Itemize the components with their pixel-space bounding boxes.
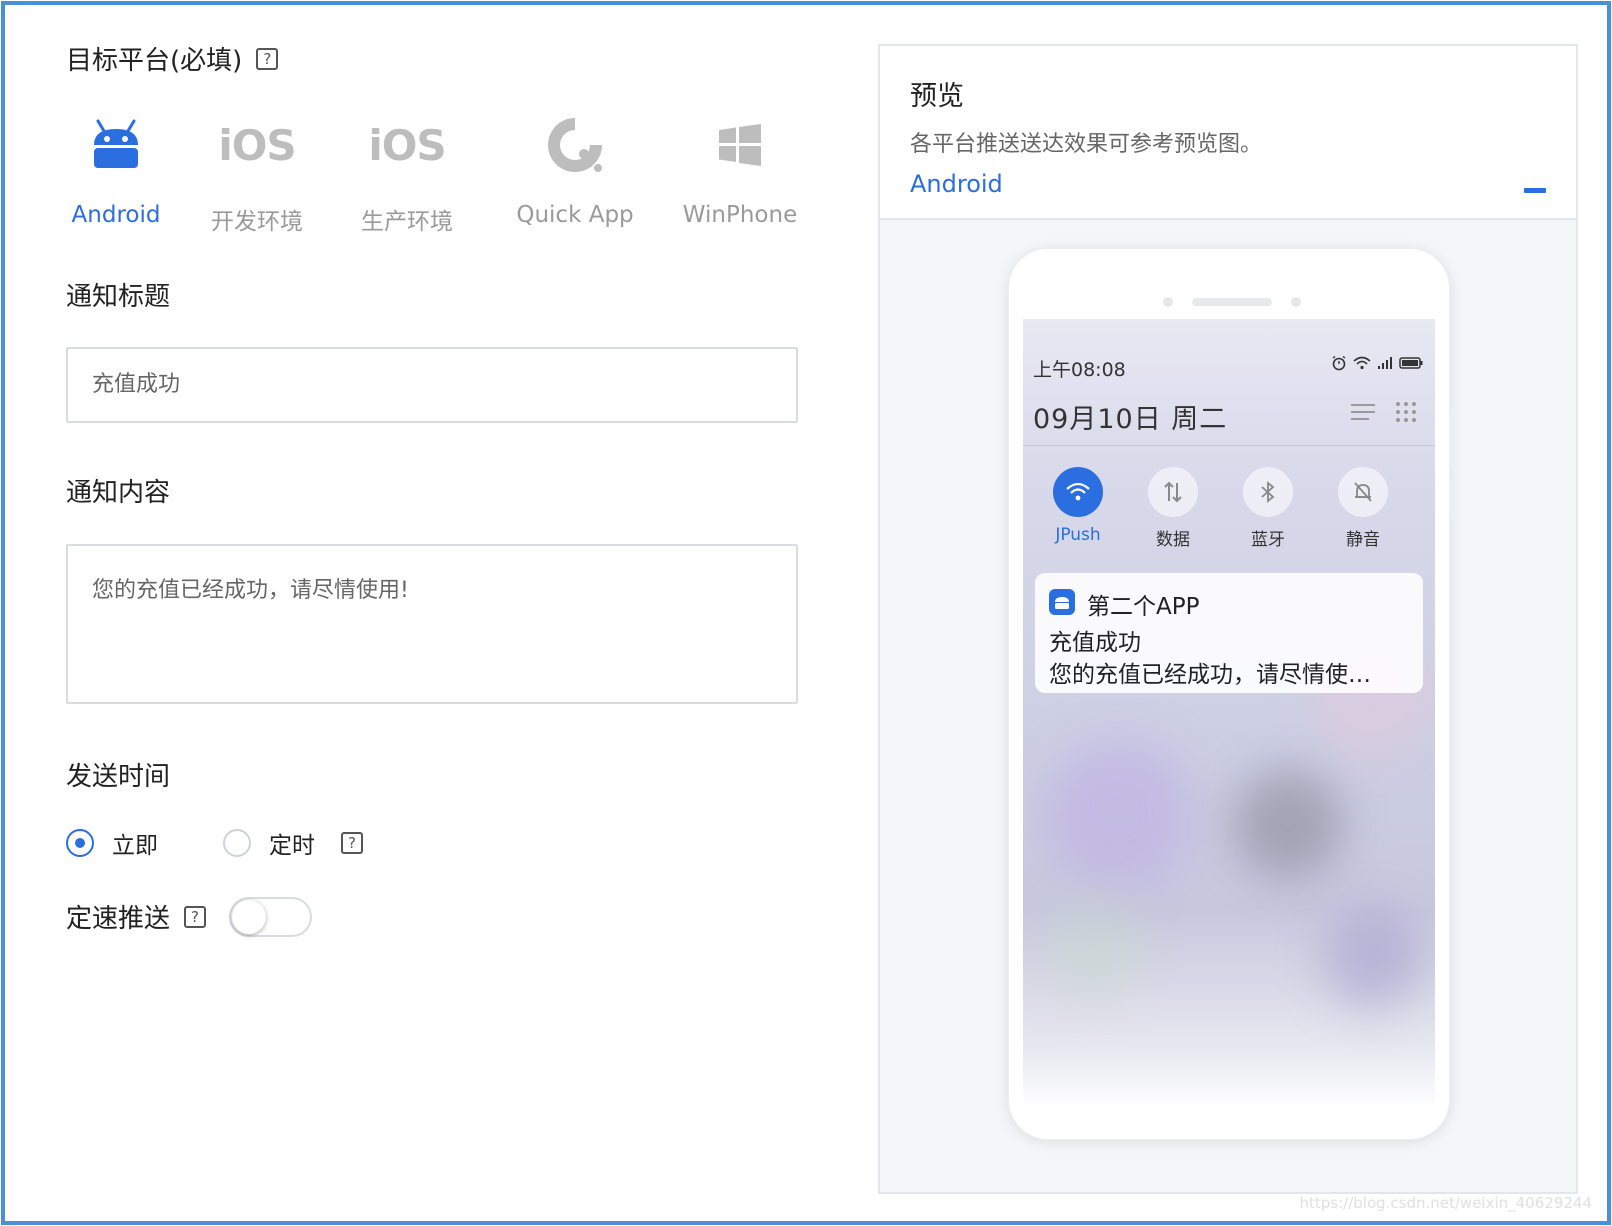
shade-divider — [1023, 445, 1435, 446]
battery-icon — [1399, 357, 1423, 369]
windows-icon — [719, 124, 761, 166]
quickapp-icon — [548, 118, 602, 172]
notification-card[interactable]: 第二个APP 充值成功 您的充值已经成功，请尽情使… — [1035, 573, 1423, 693]
quick-setting-data[interactable]: 数据 — [1138, 467, 1208, 550]
wifi-signal-icon — [1353, 356, 1371, 370]
notification-title: 充值成功 — [1049, 630, 1141, 656]
bluetooth-icon — [1261, 481, 1275, 503]
wallpaper-blur — [1323, 909, 1423, 1009]
rate-push-row: 定速推送 ? — [66, 898, 207, 935]
platform-label: Android — [71, 202, 161, 228]
platform-label: 开发环境 — [211, 209, 303, 235]
speaker-grill — [1192, 298, 1272, 306]
sensor-dot — [1291, 297, 1301, 307]
quick-setting-mute[interactable]: 静音 — [1328, 467, 1398, 550]
radio-label: 定时 — [269, 833, 315, 859]
qs-label: 蓝牙 — [1251, 530, 1285, 550]
platform-label: Quick App — [516, 202, 634, 228]
platform-android[interactable]: Android — [66, 110, 166, 228]
send-time-label: 发送时间 — [66, 762, 171, 792]
wifi-icon — [1066, 482, 1090, 501]
list-icon[interactable] — [1349, 401, 1377, 423]
title-input[interactable]: 充值成功 — [66, 347, 798, 423]
qs-label: 静音 — [1346, 530, 1380, 550]
platform-ios-dev[interactable]: iOS 开发环境 — [202, 110, 312, 236]
platform-winphone[interactable]: WinPhone — [678, 110, 802, 228]
radio-dot — [66, 829, 94, 857]
data-icon — [1164, 481, 1182, 503]
ios-prod-icon: iOS — [368, 120, 446, 170]
quick-setting-bluetooth[interactable]: 蓝牙 — [1233, 467, 1303, 550]
preview-title: 预览 — [910, 81, 964, 112]
wallpaper-blur — [1043, 899, 1143, 999]
platform-selector: Android iOS 开发环境 iOS 生产环境 Quick App WinP… — [66, 110, 806, 240]
notification-body: 您的充值已经成功，请尽情使… — [1049, 662, 1371, 688]
platform-title-text: 目标平台(必填) — [66, 46, 243, 76]
rate-push-toggle[interactable] — [229, 897, 312, 937]
preview-panel: 预览 各平台推送送达效果可参考预览图。 Android 上午08:08 09月1… — [878, 44, 1578, 1194]
radio-scheduled[interactable]: 定时 ? — [223, 826, 363, 860]
platform-quickapp[interactable]: Quick App — [510, 110, 640, 228]
help-icon[interactable]: ? — [184, 905, 207, 928]
phone-date: 09月10日 周二 — [1033, 404, 1228, 435]
status-icons — [1331, 355, 1423, 371]
phone-screen: 上午08:08 09月10日 周二 JPush 数据 蓝牙 静音 第二个APP … — [1023, 319, 1435, 1109]
ios-dev-icon: iOS — [218, 120, 296, 170]
qs-circle — [1243, 467, 1293, 517]
android-icon — [1055, 597, 1069, 609]
side-button — [1450, 409, 1455, 469]
qs-circle — [1148, 467, 1198, 517]
shade-tools — [1349, 401, 1417, 423]
radio-immediate[interactable]: 立即 — [66, 826, 158, 860]
preview-tab-android[interactable]: Android — [910, 170, 1003, 198]
quick-setting-jpush[interactable]: JPush — [1043, 467, 1113, 545]
title-label: 通知标题 — [66, 282, 171, 312]
collapse-icon[interactable] — [1524, 188, 1546, 193]
preview-header: 预览 各平台推送送达效果可参考预览图。 Android — [880, 46, 1576, 220]
wallpaper-blur — [1233, 769, 1343, 879]
content-label: 通知内容 — [66, 478, 171, 508]
alarm-icon — [1332, 355, 1346, 371]
content-textarea[interactable]: 您的充值已经成功，请尽情使用! — [66, 544, 798, 704]
help-icon[interactable]: ? — [341, 832, 363, 854]
grid-icon[interactable] — [1395, 401, 1417, 423]
qs-label: 数据 — [1156, 530, 1190, 550]
status-time: 上午08:08 — [1033, 359, 1126, 381]
notification-app-name: 第二个APP — [1087, 594, 1200, 620]
platform-section-title: 目标平台(必填) ? — [66, 40, 279, 77]
qs-circle — [1053, 467, 1103, 517]
app-icon — [1049, 589, 1075, 615]
toggle-knob — [232, 900, 266, 934]
side-button — [1450, 479, 1455, 519]
radio-dot — [223, 829, 251, 857]
qs-circle — [1338, 467, 1388, 517]
qs-label: JPush — [1055, 525, 1101, 545]
help-icon[interactable]: ? — [256, 47, 279, 70]
platform-ios-prod[interactable]: iOS 生产环境 — [352, 110, 462, 236]
platform-label: 生产环境 — [361, 209, 453, 235]
android-icon — [94, 119, 138, 168]
radio-label: 立即 — [112, 833, 158, 859]
watermark: https://blog.csdn.net/weixin_40629244 — [1299, 1194, 1592, 1212]
cell-signal-icon — [1378, 357, 1392, 369]
preview-description: 各平台推送送达效果可参考预览图。 — [910, 132, 1263, 157]
rate-push-label: 定速推送 — [66, 904, 171, 934]
mute-icon — [1354, 482, 1372, 502]
camera-dot — [1163, 297, 1173, 307]
phone-mockup: 上午08:08 09月10日 周二 JPush 数据 蓝牙 静音 第二个APP … — [1008, 248, 1455, 1140]
wallpaper-blur — [1043, 739, 1193, 889]
platform-label: WinPhone — [682, 202, 798, 228]
